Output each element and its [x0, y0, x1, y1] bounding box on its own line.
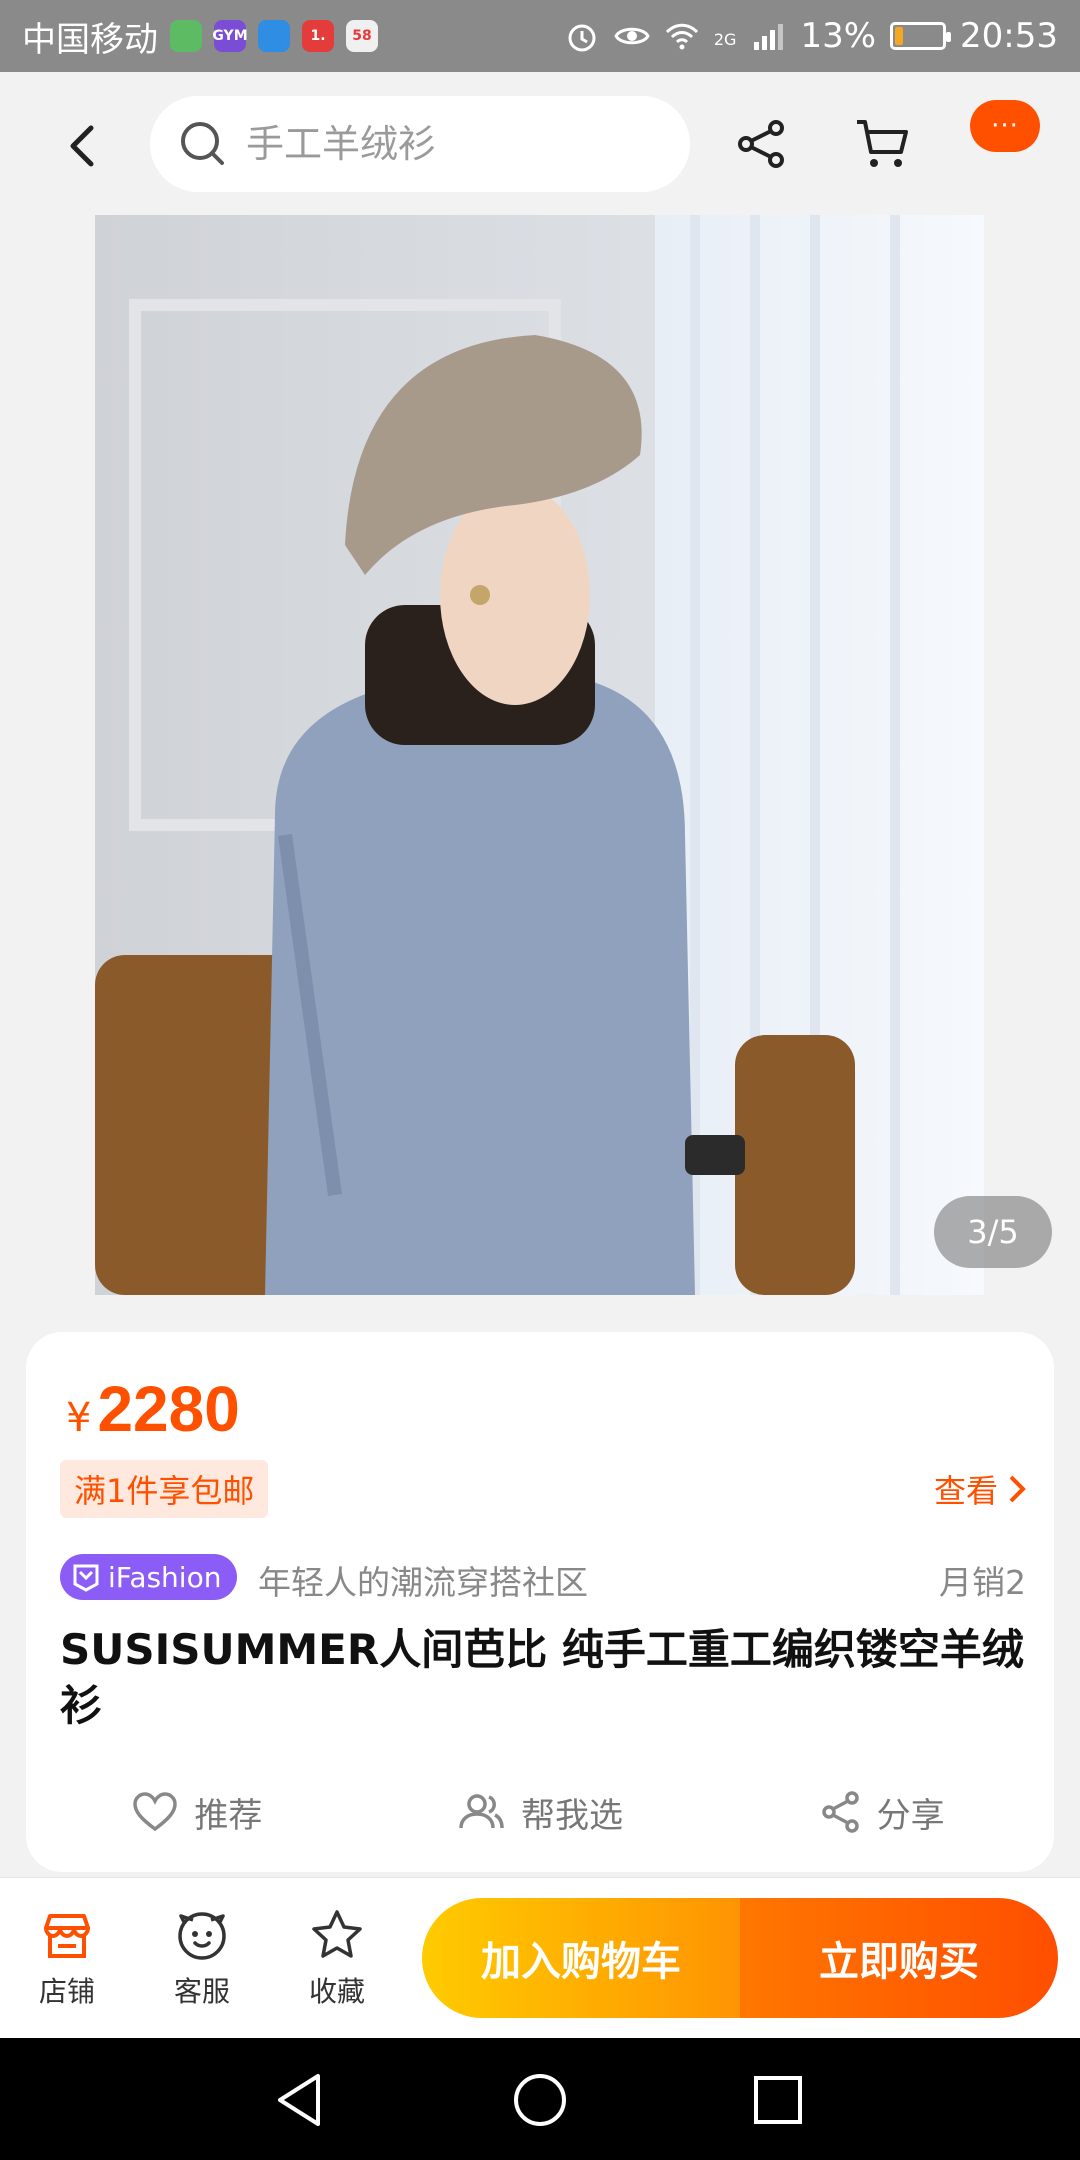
- customer-service-label: 客服: [173, 1975, 230, 2008]
- clock: 20:53: [960, 16, 1058, 56]
- wifi-icon: [665, 23, 698, 50]
- buy-now-button[interactable]: 立即购买: [740, 1898, 1058, 2018]
- price-value: 2280: [97, 1373, 240, 1445]
- customer-service-tab[interactable]: 客服: [152, 1908, 252, 2010]
- more-menu-button[interactable]: ···: [970, 100, 1040, 152]
- action-row: 推荐 帮我选 分享: [26, 1772, 1054, 1852]
- share-button[interactable]: 分享: [711, 1772, 1054, 1852]
- red-app-icon: 1.: [302, 20, 334, 52]
- ifashion-badge[interactable]: iFashion: [60, 1554, 238, 1600]
- chevron-right-icon: [1009, 1475, 1026, 1503]
- product-image[interactable]: [95, 215, 984, 1295]
- blue-app-icon: [258, 20, 290, 52]
- product-info-card: ¥ 2280 满1件享包邮 查看 iFashion 年轻人的潮流穿搭社区 月销2…: [26, 1332, 1054, 1872]
- people-icon: [459, 1794, 504, 1829]
- system-nav-bar: [0, 2038, 1080, 2160]
- store-icon: [44, 1914, 90, 1958]
- cart-icon[interactable]: [854, 116, 910, 172]
- search-box[interactable]: [150, 96, 690, 192]
- nav-recents-icon[interactable]: [746, 2068, 810, 2132]
- recommend-button[interactable]: 推荐: [26, 1772, 369, 1852]
- currency-symbol: ¥: [66, 1395, 92, 1441]
- price: ¥ 2280: [66, 1372, 240, 1446]
- help-me-choose-button[interactable]: 帮我选: [369, 1772, 712, 1852]
- badge-label: iFashion: [108, 1560, 222, 1594]
- product-title: SUSISUMMER人间芭比 纯手工重工编织镂空羊绒衫: [60, 1625, 1024, 1730]
- bottom-action-bar: 店铺 客服 收藏 加入购物车 立即购买: [0, 1877, 1080, 2038]
- view-link-label: 查看: [933, 1472, 998, 1510]
- battery-percent: 13%: [800, 16, 877, 56]
- eye-icon: [614, 27, 650, 45]
- wechat-app-icon: [170, 20, 202, 52]
- back-button[interactable]: [52, 116, 112, 176]
- help-me-choose-label: 帮我选: [521, 1795, 623, 1836]
- store-label: 店铺: [38, 1975, 95, 2008]
- search-icon: [181, 122, 224, 165]
- gym-app-icon: GYM: [212, 20, 248, 52]
- favorite-tab[interactable]: 收藏: [287, 1908, 387, 2010]
- shipping-tag: 满1件享包邮: [60, 1460, 269, 1518]
- share-icon[interactable]: [736, 118, 788, 170]
- signal-icon: [754, 24, 784, 50]
- star-icon: [312, 1910, 362, 1958]
- status-bar: 中国移动 GYM 1. 58 2G 13% 20:53: [0, 0, 1080, 72]
- view-link[interactable]: 查看: [934, 1466, 1026, 1512]
- network-type: 2G: [713, 30, 737, 49]
- recommend-label: 推荐: [194, 1795, 263, 1836]
- share-icon: [821, 1791, 859, 1833]
- add-to-cart-button[interactable]: 加入购物车: [422, 1898, 740, 2018]
- monthly-sales: 月销2: [939, 1563, 1026, 1602]
- carrier-name: 中国移动: [22, 19, 158, 60]
- nav-back-icon[interactable]: [270, 2068, 334, 2132]
- share-label: 分享: [876, 1795, 945, 1836]
- customer-service-icon: [178, 1912, 226, 1960]
- search-input[interactable]: [246, 122, 666, 166]
- 58-app-icon: 58: [346, 20, 378, 52]
- favorite-label: 收藏: [308, 1975, 365, 2008]
- page-indicator: 3/5: [934, 1196, 1052, 1268]
- battery-icon: [890, 22, 952, 50]
- nav-home-icon[interactable]: [508, 2068, 572, 2132]
- back-arrow-icon: [70, 125, 94, 167]
- alarm-icon: [568, 24, 596, 52]
- community-text: 年轻人的潮流穿搭社区: [258, 1563, 588, 1602]
- store-tab[interactable]: 店铺: [17, 1908, 117, 2010]
- heart-icon: [133, 1792, 178, 1832]
- ifashion-logo-icon: [73, 1564, 99, 1592]
- header: ···: [0, 72, 1080, 214]
